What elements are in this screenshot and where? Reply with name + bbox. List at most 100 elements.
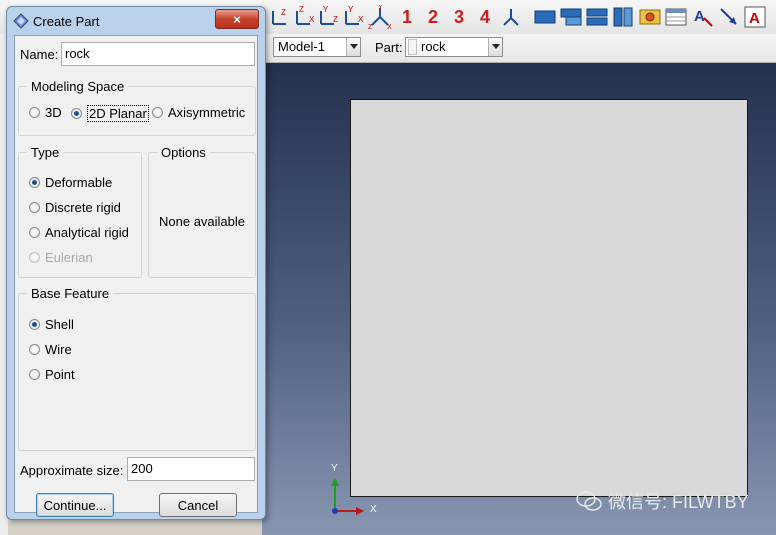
model-combo[interactable]: Model-1: [273, 37, 361, 57]
radio-wire[interactable]: Wire: [29, 342, 72, 357]
view-iso-icon[interactable]: Y Z X: [368, 5, 392, 29]
radio-shell[interactable]: Shell: [29, 317, 74, 332]
cancel-button[interactable]: Cancel: [159, 493, 237, 517]
axis-x-label: X: [370, 504, 377, 515]
radio-indicator-selected: [29, 319, 40, 330]
radio-wire-label: Wire: [45, 342, 72, 357]
base-feature-group: Base Feature Shell Wire Point: [18, 286, 256, 451]
svg-text:A: A: [749, 10, 760, 27]
svg-text:Y: Y: [348, 6, 354, 14]
radio-deformable[interactable]: Deformable: [29, 175, 112, 190]
svg-text:Y: Y: [323, 6, 329, 14]
type-group: Type Deformable Discrete rigid Analytica…: [18, 145, 142, 278]
render-shaded-icon[interactable]: [585, 5, 609, 29]
view-zx-icon[interactable]: YZ: [316, 5, 340, 29]
dialog-body: Name: rock Modeling Space 3D 2D Planar A…: [14, 35, 258, 517]
watermark: 微信号: FILWTBY: [576, 488, 749, 514]
render-hidden-icon[interactable]: [559, 5, 583, 29]
radio-3d-label: 3D: [45, 105, 62, 120]
modeling-space-title: Modeling Space: [27, 79, 129, 94]
type-title: Type: [27, 145, 64, 160]
radio-analytical-rigid[interactable]: Analytical rigid: [29, 225, 129, 240]
radio-point-label: Point: [45, 367, 75, 382]
svg-text:A: A: [694, 8, 705, 25]
radio-indicator-selected: [71, 108, 82, 119]
arrow-annotation-icon[interactable]: [717, 5, 741, 29]
radio-indicator: [29, 107, 40, 118]
radio-discrete-rigid-label: Discrete rigid: [45, 200, 121, 215]
dialog-title: Create Part: [33, 13, 100, 29]
part-combo[interactable]: rock: [405, 37, 503, 57]
camera-icon[interactable]: [638, 5, 662, 29]
svg-text:Z: Z: [281, 8, 286, 17]
svg-text:Z: Z: [333, 15, 338, 24]
spin-icon[interactable]: [408, 39, 417, 55]
radio-indicator: [29, 202, 40, 213]
dialog-titlebar[interactable]: Create Part ×: [7, 7, 265, 35]
text-annotation-icon[interactable]: A: [691, 5, 715, 29]
view-4-button[interactable]: 4: [473, 5, 497, 29]
svg-text:Y: Y: [378, 5, 383, 11]
part-combo-value: rock: [421, 39, 446, 54]
close-button[interactable]: ×: [215, 9, 259, 29]
radio-indicator: [29, 369, 40, 380]
wechat-icon: [576, 491, 602, 511]
watermark-text: 微信号: FILWTBY: [608, 492, 749, 512]
radio-shell-label: Shell: [45, 317, 74, 332]
part-label: Part:: [375, 40, 403, 55]
options-none-text: None available: [159, 214, 246, 229]
create-part-dialog: Create Part × Name: rock Modeling Space …: [6, 6, 266, 520]
view-yz-icon[interactable]: ZX: [292, 5, 316, 29]
radio-2d-planar[interactable]: 2D Planar: [71, 105, 149, 122]
radio-3d[interactable]: 3D: [29, 105, 62, 120]
radio-axisymmetric[interactable]: Axisymmetric: [152, 105, 245, 120]
radio-eulerian-label: Eulerian: [45, 250, 93, 265]
name-input-value: rock: [65, 46, 90, 61]
cancel-button-label: Cancel: [177, 497, 219, 513]
render-wireframe-icon[interactable]: [533, 5, 557, 29]
modeling-space-group: Modeling Space 3D 2D Planar Axisymmetric: [18, 79, 256, 136]
svg-text:Z: Z: [368, 24, 373, 29]
radio-point[interactable]: Point: [29, 367, 75, 382]
view-3-button[interactable]: 3: [447, 5, 471, 29]
name-label: Name:: [20, 47, 59, 62]
chevron-down-icon[interactable]: [488, 38, 502, 56]
view-2-button[interactable]: 2: [421, 5, 445, 29]
view-1-button[interactable]: 1: [395, 5, 419, 29]
triad-icon[interactable]: [499, 5, 523, 29]
approx-size-value: 200: [131, 461, 153, 476]
table-icon[interactable]: [664, 5, 688, 29]
approx-size-input[interactable]: 200: [127, 457, 255, 481]
radio-2d-planar-label: 2D Planar: [87, 105, 149, 122]
radio-indicator: [152, 107, 163, 118]
svg-text:X: X: [309, 15, 315, 24]
radio-analytical-rigid-label: Analytical rigid: [45, 225, 129, 240]
sketch-region[interactable]: [350, 99, 748, 497]
options-group: Options None available: [148, 145, 256, 278]
chevron-down-icon[interactable]: [346, 38, 360, 56]
render-columns-icon[interactable]: [611, 5, 635, 29]
continue-button[interactable]: Continue...: [36, 493, 114, 517]
radio-indicator: [29, 252, 40, 263]
radio-indicator: [29, 227, 40, 238]
radio-indicator-selected: [29, 177, 40, 188]
model-combo-value: Model-1: [278, 39, 325, 54]
close-icon: ×: [233, 11, 241, 27]
view-xy-icon[interactable]: Z: [268, 5, 292, 29]
options-title: Options: [157, 145, 210, 160]
font-icon[interactable]: A: [743, 5, 767, 29]
radio-axisymmetric-label: Axisymmetric: [168, 105, 246, 120]
base-feature-title: Base Feature: [27, 286, 114, 301]
radio-discrete-rigid[interactable]: Discrete rigid: [29, 200, 121, 215]
axis-y-label: Y: [331, 463, 338, 474]
view-xz-icon[interactable]: YX: [341, 5, 365, 29]
svg-text:X: X: [387, 24, 392, 29]
radio-eulerian: Eulerian: [29, 250, 93, 265]
svg-text:X: X: [358, 15, 364, 24]
continue-button-label: Continue...: [43, 497, 107, 513]
radio-deformable-label: Deformable: [45, 175, 113, 190]
approx-size-label: Approximate size:: [20, 463, 124, 478]
name-input[interactable]: rock: [61, 42, 255, 66]
radio-indicator: [29, 344, 40, 355]
app-icon: [13, 13, 29, 29]
